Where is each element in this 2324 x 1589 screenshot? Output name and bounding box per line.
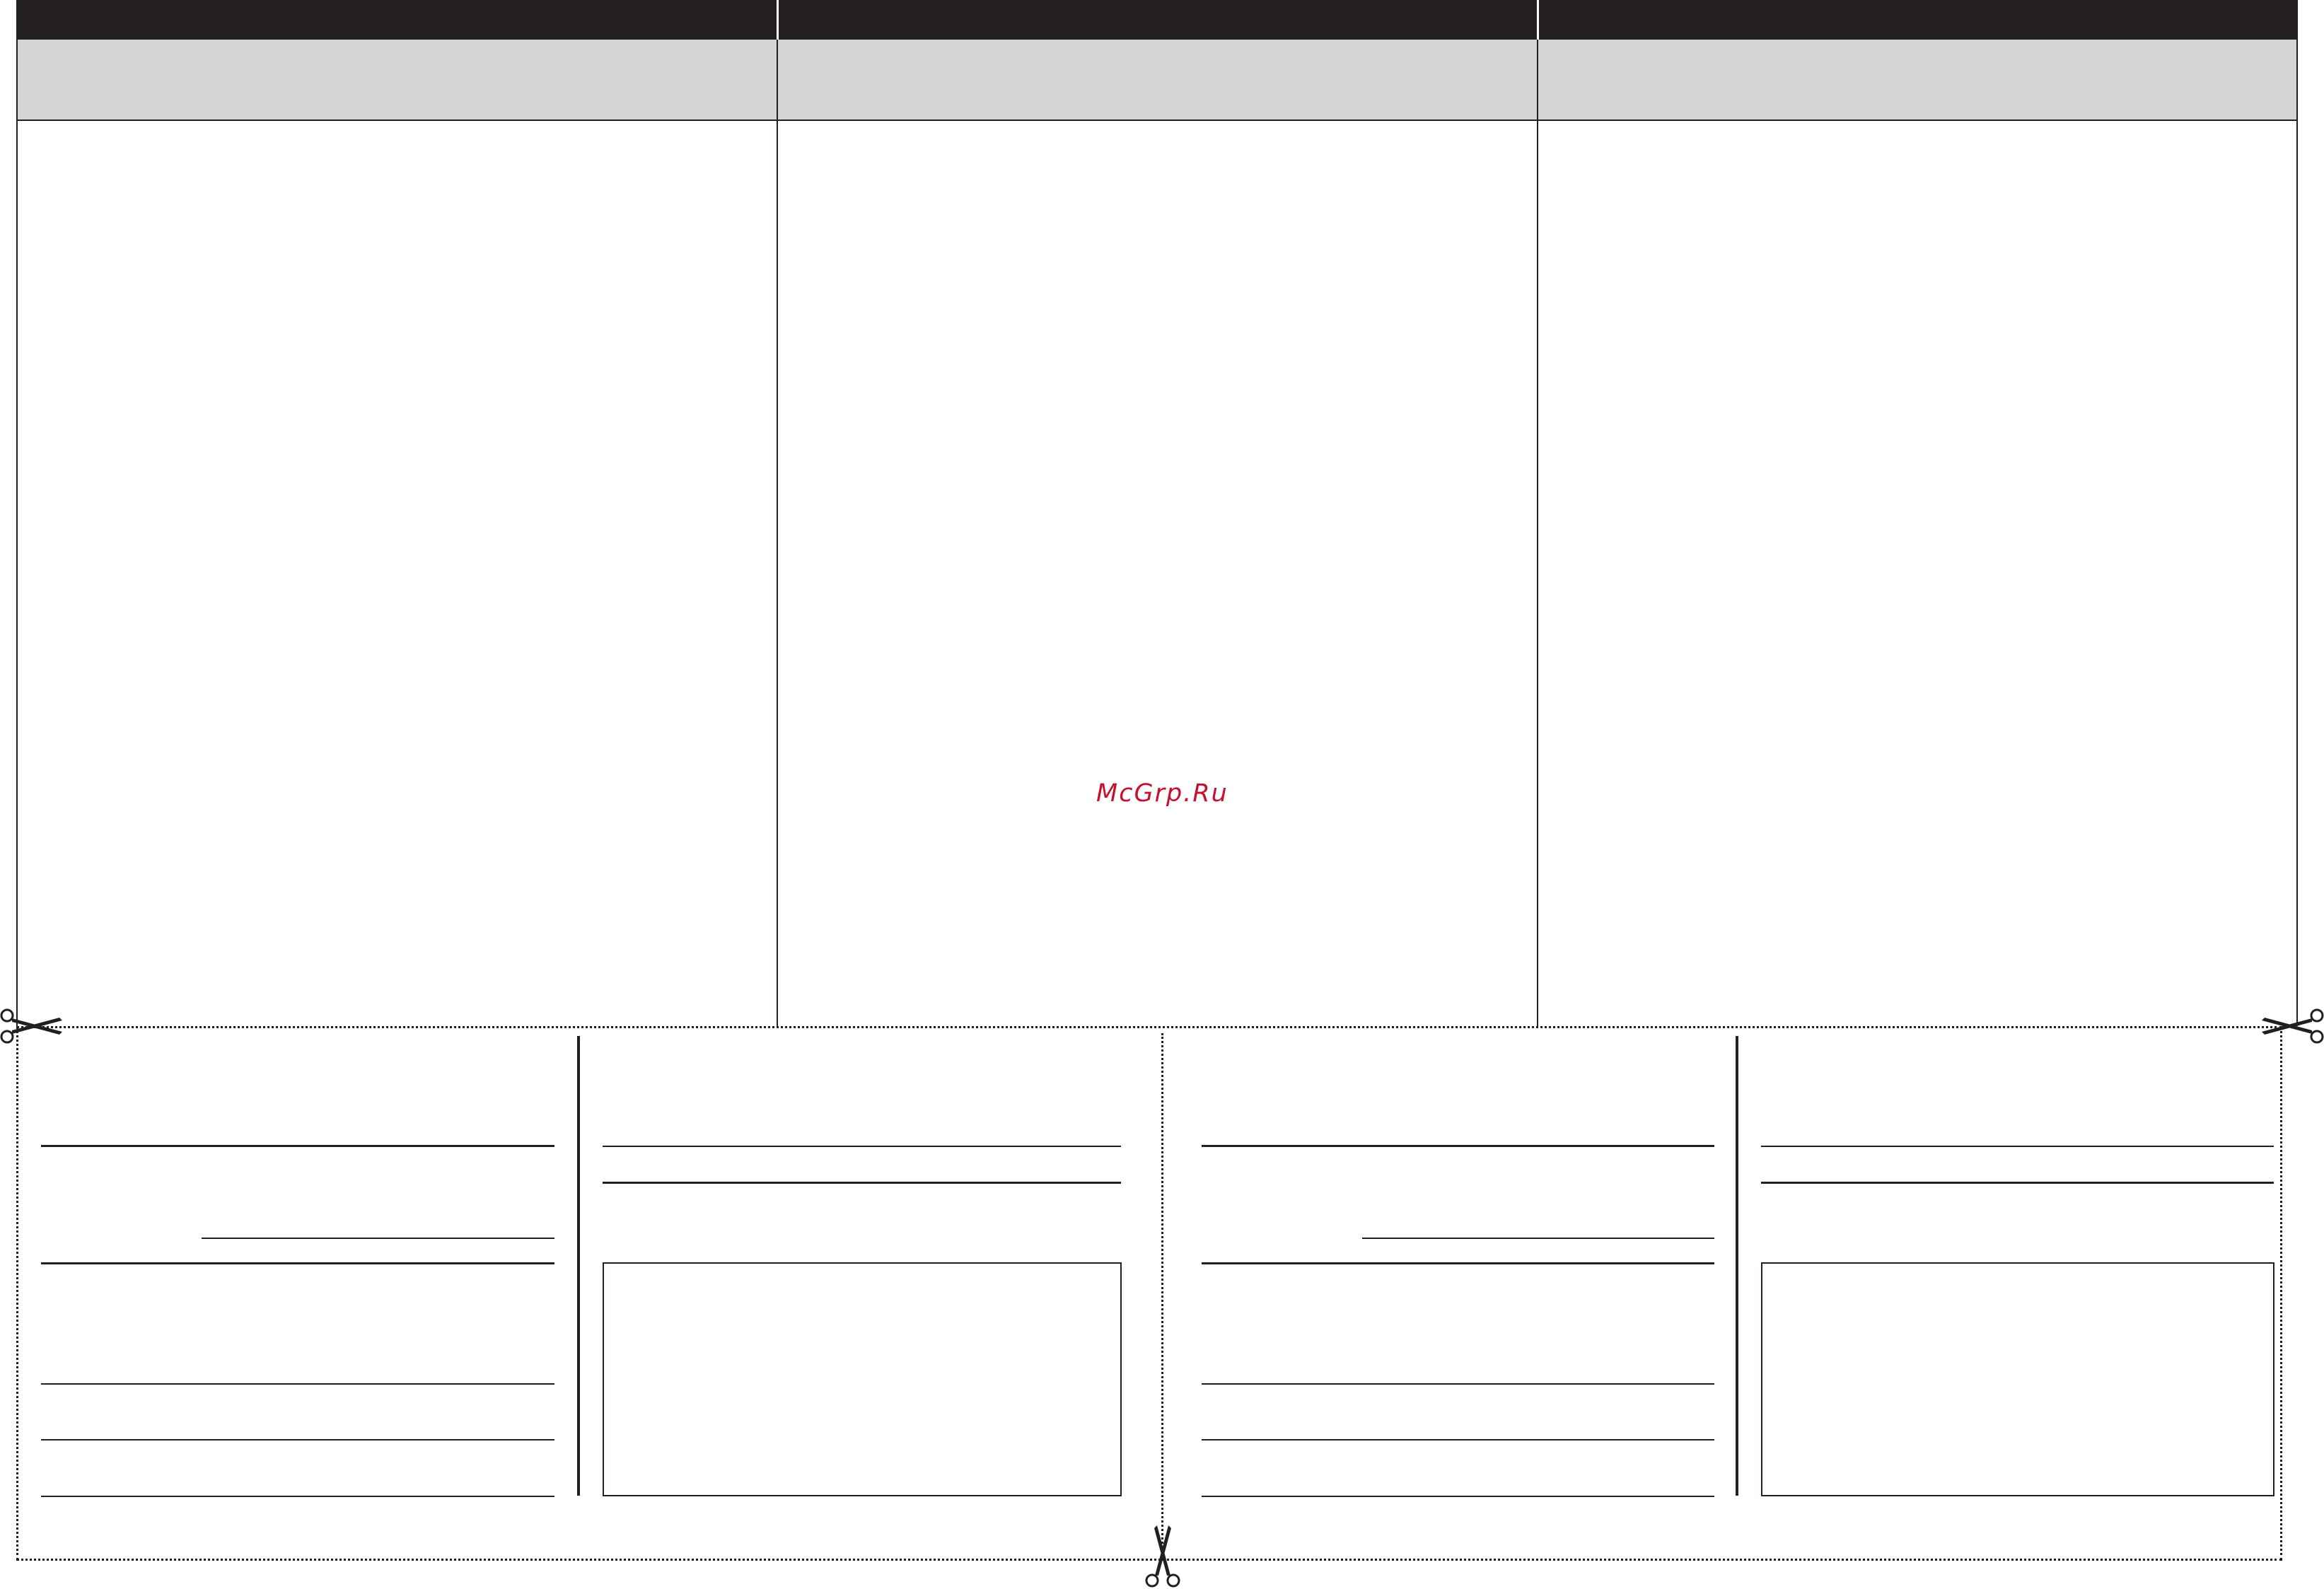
form-line[interactable] [1202, 1496, 1714, 1497]
table-right-border [2296, 40, 2298, 1026]
form-line[interactable] [1202, 1439, 1714, 1440]
scissors-icon [1145, 1525, 1180, 1588]
table-column-3 [1538, 121, 2296, 1026]
form-line[interactable] [41, 1439, 554, 1440]
table-column-2 [778, 121, 1537, 1026]
form-line[interactable] [1761, 1146, 2274, 1147]
form-line-short[interactable] [1362, 1238, 1714, 1239]
form-line[interactable] [1202, 1262, 1714, 1264]
stamp-box [1761, 1262, 2274, 1496]
stamp-box [603, 1262, 1122, 1496]
card-left-divider [577, 1036, 580, 1496]
form-line[interactable] [603, 1182, 1121, 1184]
table-column-1 [18, 121, 777, 1026]
header-bar-divider-1 [777, 0, 779, 40]
card-fold-line [1161, 1033, 1163, 1561]
form-line[interactable] [1202, 1145, 1714, 1147]
form-line[interactable] [1202, 1383, 1714, 1385]
table-header-bar [16, 0, 2298, 40]
form-line[interactable] [603, 1146, 1121, 1147]
form-line[interactable] [41, 1496, 554, 1497]
form-line[interactable] [41, 1262, 554, 1264]
header-bar-divider-2 [1537, 0, 1539, 40]
scissors-icon [2262, 1008, 2324, 1044]
watermark: McGrp.Ru [1096, 779, 1228, 808]
form-line[interactable] [1761, 1182, 2274, 1184]
form-line-short[interactable] [202, 1238, 554, 1239]
card-right-divider [1736, 1036, 1738, 1496]
scissors-icon [0, 1008, 62, 1044]
form-line[interactable] [41, 1383, 554, 1385]
table-subheader-band [16, 40, 2298, 121]
form-line[interactable] [41, 1145, 554, 1147]
